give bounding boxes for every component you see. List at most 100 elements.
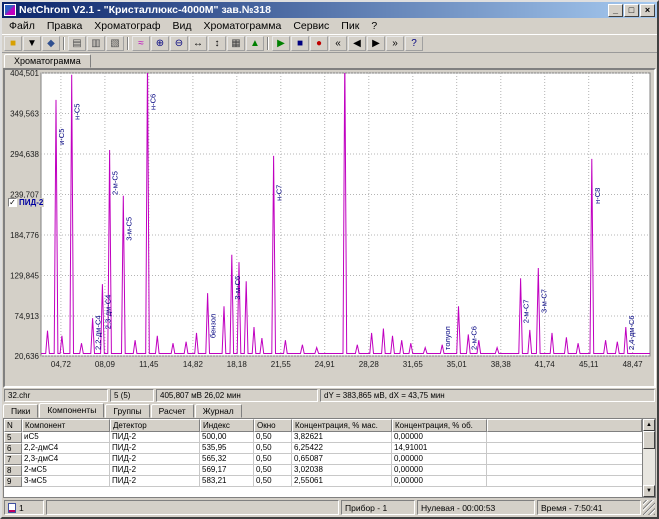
table-row[interactable]: 62,2-дмС4ПИД-2535,950,506,2542214,91001 xyxy=(4,443,642,454)
menu-file[interactable]: Файл xyxy=(3,19,41,33)
tab-components[interactable]: Компоненты xyxy=(39,403,104,418)
start-analysis-icon[interactable]: ▶ xyxy=(272,36,290,51)
table-row[interactable]: 93-мС5ПИД-2583,210,502,550610,00000 xyxy=(4,476,642,487)
minimize-button[interactable]: _ xyxy=(608,4,623,17)
next-peak-icon[interactable]: ▶ xyxy=(367,36,385,51)
cell-filler xyxy=(487,432,642,443)
peak-label: бензол xyxy=(209,314,218,338)
x-axis-tick-label: 18,18 xyxy=(227,360,248,369)
tab-calculation[interactable]: Расчет xyxy=(151,404,194,418)
cell: 3-мС5 xyxy=(22,476,110,487)
cell-filler xyxy=(487,443,642,454)
toolbar-separator xyxy=(63,37,65,50)
y-axis-tick-label: 349,563 xyxy=(10,110,39,119)
grid-icon[interactable]: ▦ xyxy=(227,36,245,51)
menu-service[interactable]: Сервис xyxy=(287,19,335,33)
fit-height-icon[interactable]: ↕ xyxy=(208,36,226,51)
peak-label: 2,3-дм-С4 xyxy=(103,295,112,330)
peak-label: толуол xyxy=(443,326,452,350)
app-icon xyxy=(4,4,16,16)
scroll-thumb[interactable] xyxy=(643,431,655,449)
help-icon[interactable]: ? xyxy=(405,36,423,51)
column-header-3[interactable]: Индекс xyxy=(200,419,254,432)
x-axis-tick-label: 21,55 xyxy=(271,360,292,369)
peak-label: 2-м-С7 xyxy=(522,299,531,323)
detector-checkbox[interactable]: ✓ xyxy=(8,198,17,207)
menu-chromatogram[interactable]: Хроматограмма xyxy=(198,19,288,33)
chromatogram-panel: 04,7208,0911,4514,8218,1821,5524,9128,28… xyxy=(3,68,656,388)
cell: 0,50 xyxy=(254,476,292,487)
chromatogram-chart[interactable]: 04,7208,0911,4514,8218,1821,5524,9128,28… xyxy=(5,70,654,388)
copy-icon[interactable]: ▥ xyxy=(87,36,105,51)
close-button[interactable]: × xyxy=(640,4,655,17)
table-row[interactable]: 5иС5ПИД-2500,000,503,826210,00000 xyxy=(4,432,642,443)
row-number: 5 xyxy=(4,432,22,443)
statusbar-device: Прибор - 1 xyxy=(341,500,415,515)
open-file-icon[interactable]: ■ xyxy=(4,36,22,51)
results-tab-strip: ПикиКомпонентыГруппыРасчетЖурнал xyxy=(2,403,657,418)
cell: 569,17 xyxy=(200,465,254,476)
peak-label: 2-м-С5 xyxy=(111,171,120,195)
x-axis-tick-label: 14,82 xyxy=(183,360,204,369)
menu-help[interactable]: ? xyxy=(365,19,383,33)
first-peak-icon[interactable]: « xyxy=(329,36,347,51)
cell: 6,25422 xyxy=(292,443,392,454)
peak-label: 2,2-дм-С4 xyxy=(94,315,103,350)
table-row[interactable]: 72,3-дмС4ПИД-2565,320,500,650870,00000 xyxy=(4,454,642,465)
menu-view[interactable]: Вид xyxy=(167,19,198,33)
row-number: 6 xyxy=(4,443,22,454)
status-delta: dY = 383,865 мВ, dX = 43,75 мин xyxy=(320,389,655,402)
cell: 0,50 xyxy=(254,443,292,454)
peak-label: н-С8 xyxy=(593,188,602,204)
maximize-button[interactable]: □ xyxy=(624,4,639,17)
cell: ПИД-2 xyxy=(110,443,200,454)
detector-legend: ✓ ПИД-2 xyxy=(7,198,44,207)
page-icon xyxy=(8,503,16,513)
stop-analysis-icon[interactable]: ■ xyxy=(291,36,309,51)
print-icon[interactable]: ▤ xyxy=(68,36,86,51)
scroll-up-icon[interactable]: ▲ xyxy=(643,419,655,431)
save-icon[interactable]: ◆ xyxy=(42,36,60,51)
scroll-track[interactable] xyxy=(643,431,655,485)
column-header-1[interactable]: Компонент xyxy=(22,419,110,432)
components-table-wrap: NКомпонентДетекторИндексОкноКонцентрация… xyxy=(3,418,656,498)
table-row[interactable]: 82-мС5ПИД-2569,170,503,020380,00000 xyxy=(4,465,642,476)
cell: 0,00000 xyxy=(392,465,487,476)
last-peak-icon[interactable]: » xyxy=(386,36,404,51)
prev-peak-icon[interactable]: ◀ xyxy=(348,36,366,51)
resize-grip[interactable] xyxy=(643,500,655,515)
paste-icon[interactable]: ▧ xyxy=(106,36,124,51)
tab-groups[interactable]: Группы xyxy=(105,404,149,418)
x-axis-tick-label: 04,72 xyxy=(51,360,72,369)
fit-width-icon[interactable]: ↔ xyxy=(189,36,207,51)
column-header-4[interactable]: Окно xyxy=(254,419,292,432)
new-chromatogram-icon[interactable]: ≈ xyxy=(132,36,150,51)
column-header-0[interactable]: N xyxy=(4,419,22,432)
menu-chromatograph[interactable]: Хроматограф xyxy=(88,19,166,33)
window-title: NetChrom V2.1 - "Кристаллюкс-4000М" зав.… xyxy=(19,4,605,16)
column-header-6[interactable]: Концентрация, % об. xyxy=(392,419,487,432)
scroll-down-icon[interactable]: ▼ xyxy=(643,485,655,497)
toolbar-separator xyxy=(127,37,129,50)
column-header-5[interactable]: Концентрация, % мас. xyxy=(292,419,392,432)
y-axis-tick-label: 74,913 xyxy=(15,312,40,321)
cell: 0,00000 xyxy=(392,454,487,465)
record-icon[interactable]: ● xyxy=(310,36,328,51)
cell: ПИД-2 xyxy=(110,476,200,487)
table-scrollbar[interactable]: ▲ ▼ xyxy=(642,419,655,497)
column-header-2[interactable]: Детектор xyxy=(110,419,200,432)
tab-journal[interactable]: Журнал xyxy=(195,404,242,418)
menu-edit[interactable]: Правка xyxy=(41,19,88,33)
cell: 2,3-дмС4 xyxy=(22,454,110,465)
statusbar-clock: Время - 7:50:41 xyxy=(537,500,641,515)
zoom-in-icon[interactable]: ⊕ xyxy=(151,36,169,51)
open-dropdown-icon[interactable]: ▼ xyxy=(23,36,41,51)
tab-peaks[interactable]: Пики xyxy=(3,404,38,418)
x-axis-tick-label: 35,01 xyxy=(447,360,468,369)
menu-peak[interactable]: Пик xyxy=(335,19,365,33)
zoom-out-icon[interactable]: ⊖ xyxy=(170,36,188,51)
markers-icon[interactable]: ▲ xyxy=(246,36,264,51)
tab-chromatogram[interactable]: Хроматограмма xyxy=(4,54,91,68)
statusbar-page-pane: 1 xyxy=(4,500,44,515)
status-filename: 32.chr xyxy=(4,389,108,402)
